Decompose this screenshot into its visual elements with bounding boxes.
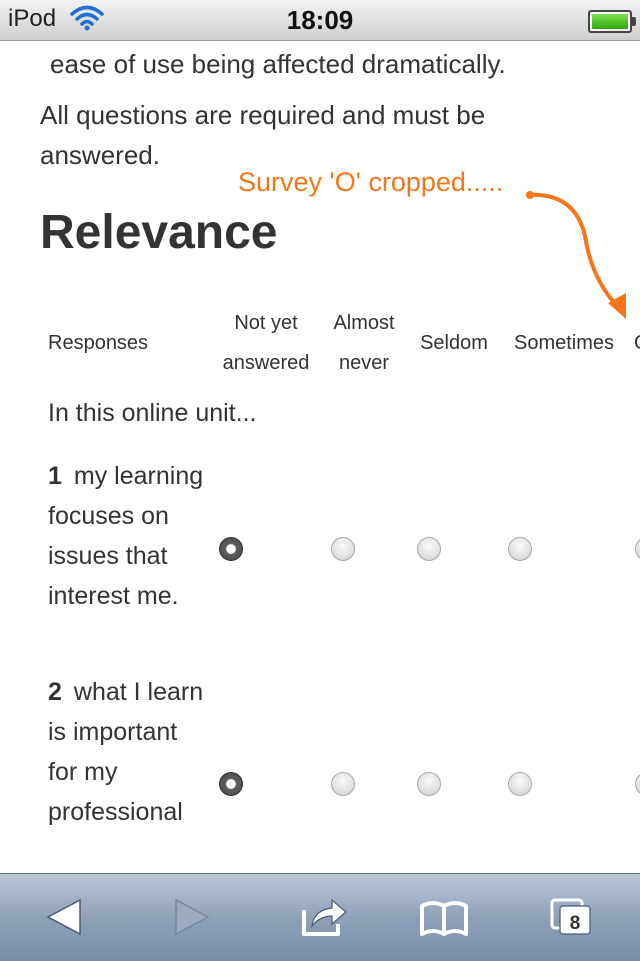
question-number: 2 — [48, 678, 62, 706]
question-number: 1 — [48, 462, 62, 490]
tabs-icon: 8 — [550, 898, 591, 935]
column-header-not-yet-answered: Not yet answered — [222, 312, 310, 374]
share-icon — [302, 898, 347, 936]
annotation-text: Survey 'O' cropped..... — [238, 167, 504, 197]
q2-seldom-radio[interactable] — [417, 772, 441, 796]
forward-button[interactable] — [172, 892, 212, 942]
q2-almost-never-radio[interactable] — [331, 772, 355, 796]
intro-paragraph-tail: ease of use being affected dramatically. — [50, 49, 506, 79]
back-button[interactable] — [44, 892, 84, 942]
bookmarks-button[interactable] — [418, 892, 470, 942]
table-intro: In this online unit... — [48, 399, 257, 427]
browser-toolbar: 8 — [0, 873, 640, 961]
tabs-count: 8 — [570, 913, 581, 934]
forward-arrow-icon — [175, 898, 210, 936]
q1-not-yet-answered-radio[interactable] — [219, 537, 243, 561]
question-text: what I learn is important for my profess… — [48, 678, 204, 826]
q1-cropped-option-radio[interactable] — [635, 537, 640, 561]
q1-sometimes-radio[interactable] — [508, 537, 532, 561]
instructions-paragraph: All questions are required and must be a… — [40, 100, 486, 170]
share-button[interactable] — [298, 892, 350, 942]
question-text: my learning focuses on issues that inter… — [48, 462, 204, 610]
q1-seldom-radio[interactable] — [417, 537, 441, 561]
q2-cropped-option-radio[interactable] — [635, 772, 640, 796]
responses-header: Responses — [48, 332, 149, 354]
web-content[interactable]: ease of use being affected dramatically.… — [0, 41, 640, 873]
bookmarks-icon — [420, 901, 468, 936]
tabs-button[interactable]: 8 — [548, 892, 594, 942]
battery-icon — [588, 10, 636, 33]
q2-not-yet-answered-radio[interactable] — [219, 772, 243, 796]
clock: 18:09 — [286, 5, 354, 35]
column-header-seldom: Seldom — [420, 332, 488, 354]
annotation-arrow-icon — [526, 191, 626, 319]
column-header-cropped: O — [634, 323, 640, 363]
q1-almost-never-radio[interactable] — [331, 537, 355, 561]
section-heading: Relevance — [40, 206, 278, 259]
status-bar: iPod 18:09 — [0, 0, 640, 41]
column-header-almost-never: Almost never — [333, 312, 395, 374]
question-1: 1 my learning focuses on issues that inte… — [48, 456, 208, 616]
question-2: 2 what I learn is important for my profes… — [48, 672, 208, 832]
back-arrow-icon — [46, 898, 81, 936]
q2-sometimes-radio[interactable] — [508, 772, 532, 796]
column-header-sometimes: Sometimes — [513, 332, 615, 354]
